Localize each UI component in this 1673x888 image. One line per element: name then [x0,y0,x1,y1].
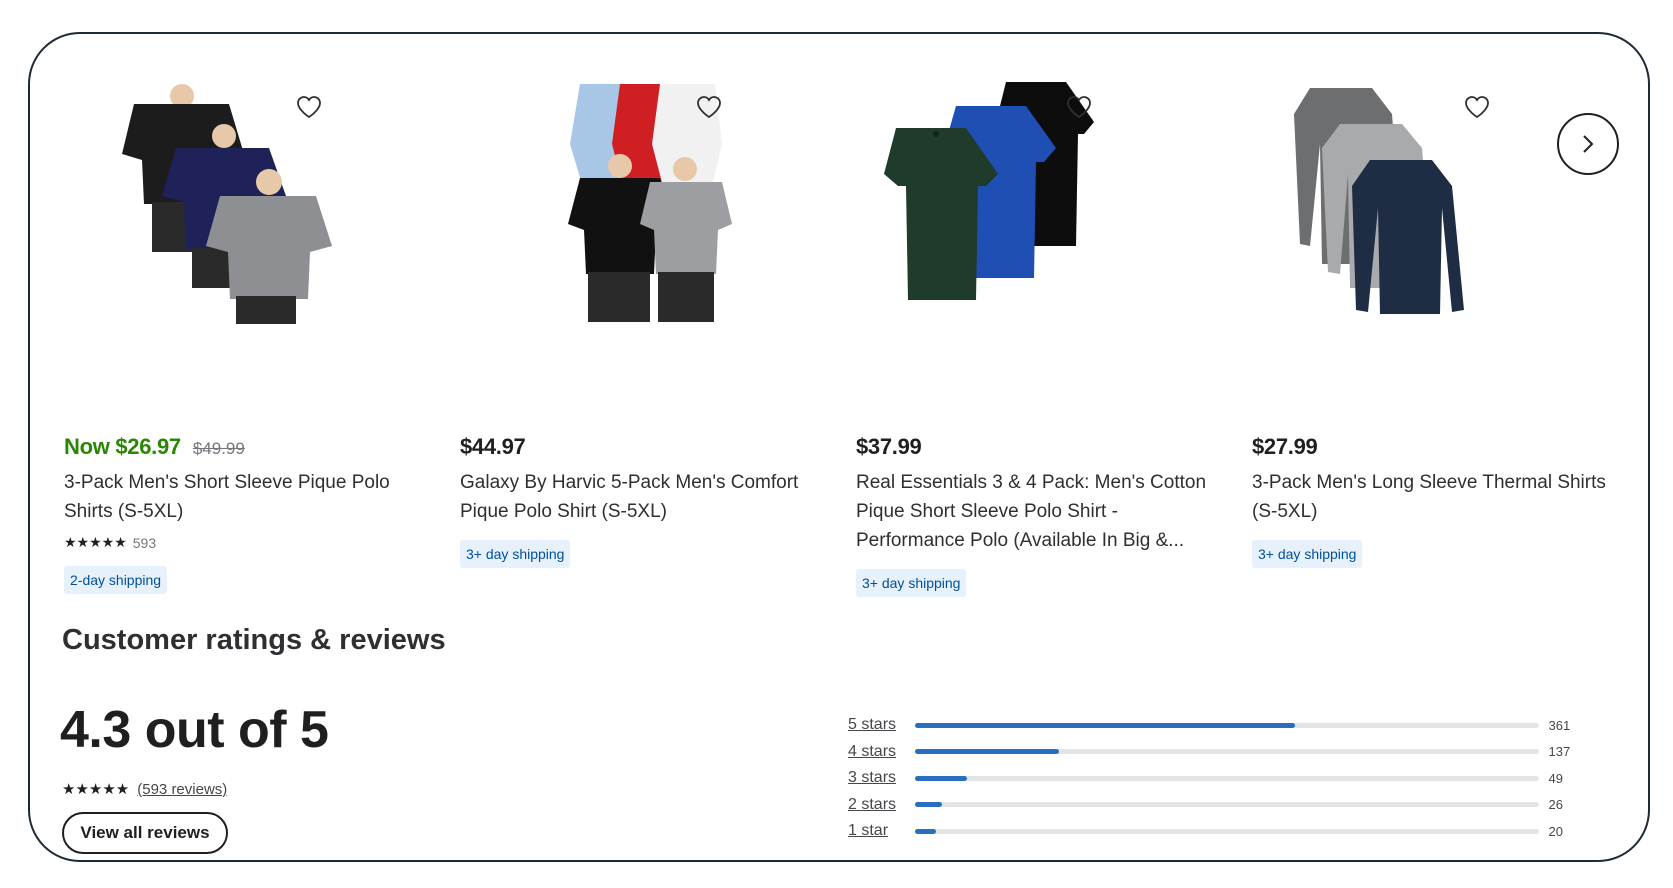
product-image[interactable] [856,74,1226,324]
rating-bar-row[interactable]: 3 stars 49 [848,765,1588,792]
heart-icon[interactable] [1462,92,1492,122]
rating-bar-row[interactable]: 4 stars 137 [848,739,1588,766]
price-row: $44.97 [460,434,526,460]
rating-bar-fill [915,722,1295,728]
rating-row: ★★★★★ 593 [64,534,156,551]
section-title: Customer ratings & reviews [62,624,446,656]
rating-bar-track [915,828,1539,834]
heart-icon[interactable] [294,92,324,122]
price-row: $27.99 [1252,434,1318,460]
price-row: Now $26.97 $49.99 [64,434,245,460]
rating-bar-fill [915,775,967,781]
original-price: $49.99 [192,439,245,458]
view-all-reviews-button[interactable]: View all reviews [62,812,228,854]
current-price: $27.99 [1252,434,1318,459]
rating-bar-label[interactable]: 2 stars [848,796,915,814]
average-rating-row: ★★★★★ (593 reviews) [62,780,227,799]
rating-bar-label[interactable]: 3 stars [848,769,915,787]
review-count-link[interactable]: (593 reviews) [137,781,227,798]
product-card[interactable]: $37.99 Real Essentials 3 & 4 Pack: Men's… [856,74,1226,597]
rating-bar-row[interactable]: 5 stars 361 [848,712,1588,739]
chevron-right-icon [1583,135,1594,153]
rating-bar-row[interactable]: 2 stars 26 [848,792,1588,819]
rating-bar-label[interactable]: 5 stars [848,716,915,734]
product-card[interactable]: $44.97 Galaxy By Harvic 5-Pack Men's Com… [460,74,830,568]
product-image[interactable] [460,74,830,324]
product-card[interactable]: Now $26.97 $49.99 3-Pack Men's Short Sle… [64,74,434,594]
product-card[interactable]: $27.99 3-Pack Men's Long Sleeve Thermal … [1252,74,1622,568]
product-image[interactable] [64,74,434,324]
rating-bar-count: 26 [1548,797,1563,813]
rating-bar-row[interactable]: 1 star 20 [848,818,1588,845]
shipping-badge: 3+ day shipping [856,569,967,597]
current-price: $37.99 [856,434,922,459]
rating-bar-track [915,722,1539,728]
rating-bar-track [915,749,1539,755]
shipping-badge: 2-day shipping [64,566,168,594]
rating-bar-fill [915,828,937,834]
rating-bar-label[interactable]: 4 stars [848,743,915,761]
rating-bar-fill [915,802,943,808]
product-title[interactable]: Real Essentials 3 & 4 Pack: Men's Cotton… [856,468,1216,555]
carousel-next-button[interactable] [1557,113,1619,175]
product-image[interactable] [1252,74,1622,324]
product-title[interactable]: Galaxy By Harvic 5-Pack Men's Comfort Pi… [460,468,820,526]
rating-bar-track [915,802,1539,808]
rating-bar-track [915,775,1539,781]
rating-bar-count: 20 [1548,823,1563,839]
average-rating: 4.3 out of 5 [60,701,329,759]
shipping-badge: 3+ day shipping [1252,540,1363,568]
heart-icon[interactable] [1064,92,1094,122]
rating-count: 593 [132,534,157,551]
rating-bar-count: 49 [1548,770,1563,786]
heart-icon[interactable] [694,92,724,122]
rating-distribution: 5 stars 361 4 stars 137 3 stars 49 2 sta… [848,712,1588,845]
rating-bar-fill [915,749,1060,755]
current-price: Now $26.97 [64,434,181,459]
product-title[interactable]: 3-Pack Men's Short Sleeve Pique Polo Shi… [64,468,424,526]
current-price: $44.97 [460,434,526,459]
rating-stars: ★★★★★ [64,534,127,550]
rating-bar-count: 137 [1548,744,1571,760]
price-row: $37.99 [856,434,922,460]
rating-stars: ★★★★★ [62,781,130,798]
rating-bar-count: 361 [1548,717,1571,733]
shipping-badge: 3+ day shipping [460,540,571,568]
product-title[interactable]: 3-Pack Men's Long Sleeve Thermal Shirts … [1252,468,1612,526]
rating-bar-label[interactable]: 1 star [848,822,915,840]
